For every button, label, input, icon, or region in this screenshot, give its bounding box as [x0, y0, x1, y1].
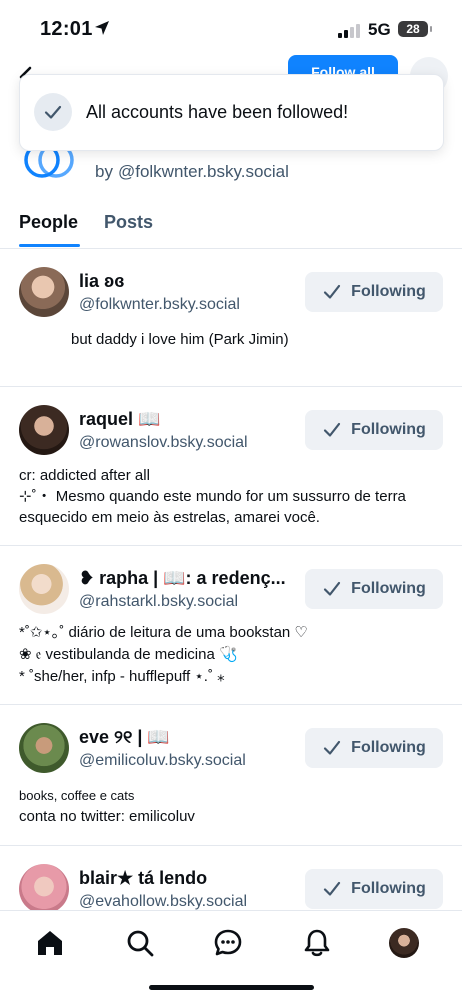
- user-row[interactable]: blair★ tá lendo @evahollow.bsky.social F…: [0, 846, 462, 910]
- display-name: eve ୨୧ | 📖: [79, 727, 170, 747]
- user-bio: cr: addicted after all ⊹˚・ Mesmo quando …: [19, 467, 406, 526]
- display-name: blair★ tá lendo: [79, 868, 208, 888]
- user-row[interactable]: ❥ rapha | 📖: a redenç... @rahstarkl.bsky…: [0, 546, 462, 705]
- home-indicator: [149, 985, 314, 990]
- avatar[interactable]: [19, 564, 69, 614]
- bell-icon: [304, 929, 330, 957]
- tab-people[interactable]: People: [19, 212, 78, 233]
- user-handle: @emilicoluv.bsky.social: [79, 752, 246, 769]
- signal-icon: [338, 24, 360, 38]
- list-byline: by @folkwnter.bsky.social: [95, 162, 289, 182]
- display-name: lia ʚɞ: [79, 271, 125, 291]
- tab-posts[interactable]: Posts: [104, 212, 153, 233]
- nav-chat[interactable]: [210, 925, 246, 961]
- creator-handle-link[interactable]: @folkwnter.bsky.social: [118, 162, 289, 181]
- check-icon: [324, 284, 341, 299]
- user-row[interactable]: raquel 📖 @rowanslov.bsky.social Followin…: [0, 387, 462, 546]
- battery-icon: 28: [398, 21, 428, 37]
- location-arrow-icon: [95, 21, 109, 35]
- toast-notification: All accounts have been followed!: [19, 74, 444, 151]
- nav-search[interactable]: [122, 925, 158, 961]
- user-handle: @rowanslov.bsky.social: [79, 434, 248, 451]
- nav-profile[interactable]: [386, 925, 422, 961]
- nav-notifications[interactable]: [299, 925, 335, 961]
- following-button[interactable]: Following: [305, 410, 443, 450]
- nav-home[interactable]: [32, 925, 68, 961]
- network-type: 5G: [368, 20, 391, 39]
- check-icon: [324, 581, 341, 596]
- check-icon: [324, 422, 341, 437]
- status-time: 12:01: [40, 18, 93, 40]
- following-label: Following: [351, 580, 426, 597]
- user-bio: *˚✩⋆｡˚ diário de leitura de uma bookstan…: [19, 624, 308, 685]
- user-handle: @evahollow.bsky.social: [79, 893, 248, 910]
- avatar[interactable]: [19, 405, 69, 455]
- profile-avatar: [389, 928, 419, 958]
- user-bio-line: conta no twitter: emilicoluv: [19, 808, 195, 825]
- avatar[interactable]: [19, 723, 69, 773]
- user-bio-line: books, coffee e cats: [19, 788, 135, 803]
- following-label: Following: [351, 283, 426, 300]
- following-button[interactable]: Following: [305, 728, 443, 768]
- toast-message: All accounts have been followed!: [86, 102, 349, 122]
- battery-tip: [430, 26, 432, 32]
- user-row[interactable]: eve ୨୧ | 📖 @emilicoluv.bsky.social Follo…: [0, 705, 462, 846]
- following-button[interactable]: Following: [305, 869, 443, 909]
- avatar[interactable]: [19, 267, 69, 317]
- display-name: ❥ rapha | 📖: a redenç...: [79, 568, 286, 588]
- active-tab-indicator: [19, 244, 80, 247]
- following-label: Following: [351, 880, 426, 897]
- byline-prefix: by: [95, 162, 113, 181]
- user-handle: @rahstarkl.bsky.social: [79, 593, 239, 610]
- bottom-navigation: [0, 910, 462, 1001]
- following-button[interactable]: Following: [305, 272, 443, 312]
- following-button[interactable]: Following: [305, 569, 443, 609]
- following-label: Following: [351, 739, 426, 756]
- following-label: Following: [351, 421, 426, 438]
- status-bar: 12:01 5G 28: [0, 0, 462, 60]
- search-icon: [127, 930, 154, 957]
- check-icon: [324, 740, 341, 755]
- user-row[interactable]: lia ʚɞ @folkwnter.bsky.social Following …: [0, 249, 462, 387]
- tab-bar: People Posts: [0, 200, 462, 249]
- home-icon: [38, 931, 62, 955]
- display-name: raquel 📖: [79, 409, 161, 429]
- user-handle: @folkwnter.bsky.social: [79, 296, 240, 313]
- user-bio: but daddy i love him (Park Jimin): [71, 331, 289, 348]
- avatar[interactable]: [19, 864, 69, 910]
- check-icon: [34, 93, 72, 131]
- check-icon: [324, 881, 341, 896]
- chat-icon: [214, 929, 242, 956]
